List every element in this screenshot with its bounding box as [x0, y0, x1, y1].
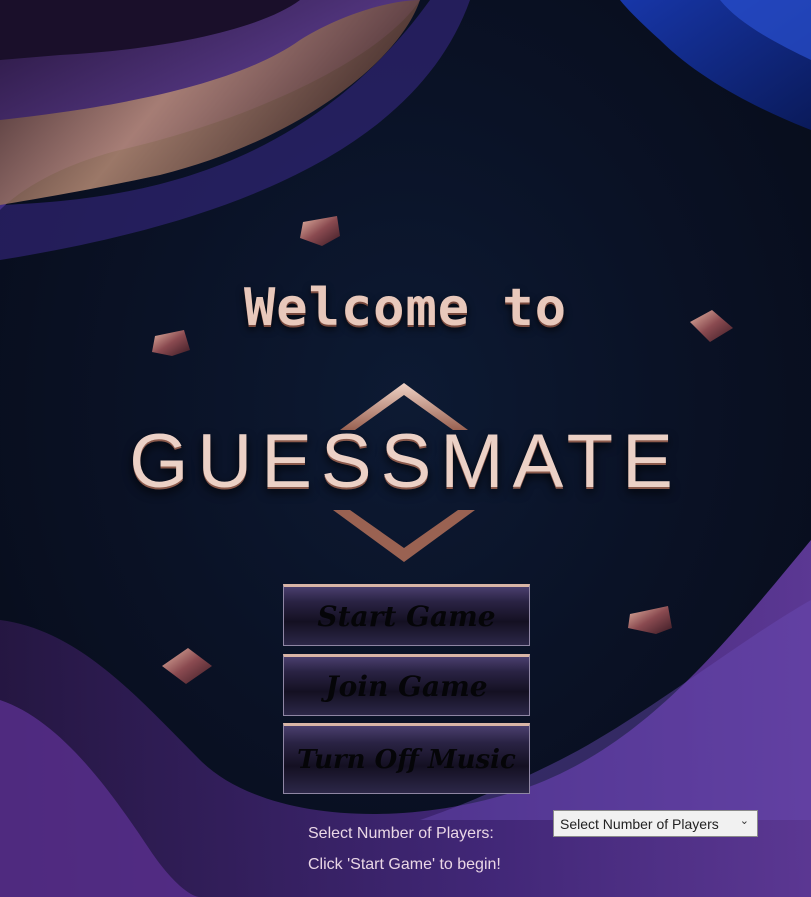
start-game-button[interactable]: Start Game	[283, 584, 530, 646]
chevron-down-icon: ⌄	[739, 815, 749, 827]
start-hint: Click 'Start Game' to begin!	[308, 856, 501, 873]
welcome-heading: Welcome to	[243, 278, 568, 338]
players-select[interactable]: Select Number of Players ⌄	[553, 810, 758, 837]
join-game-button[interactable]: Join Game	[283, 654, 530, 716]
logo-text: GUESSMATE	[129, 419, 682, 504]
toggle-music-button[interactable]: Turn Off Music	[283, 723, 530, 794]
app-logo: GUESSMATE	[0, 380, 811, 570]
players-select-value: Select Number of Players	[560, 815, 719, 832]
players-select-label: Select Number of Players:	[308, 825, 494, 842]
